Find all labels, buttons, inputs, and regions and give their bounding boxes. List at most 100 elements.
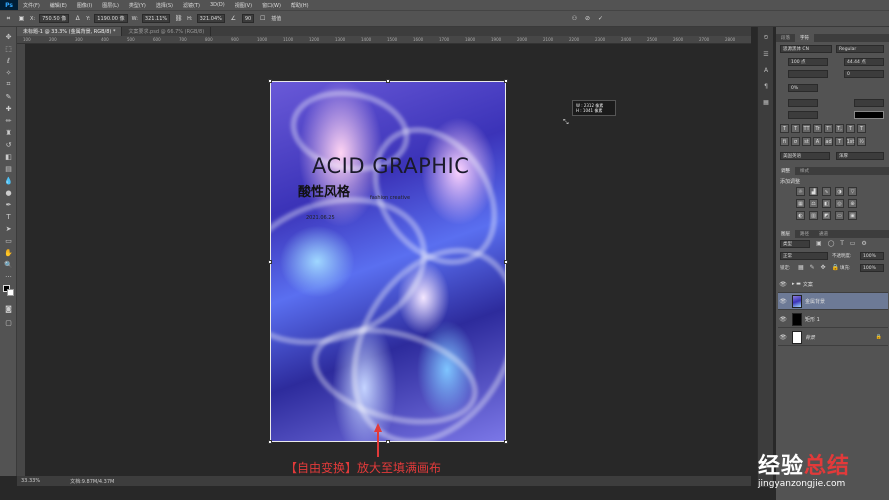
invert-icon[interactable]: ◐ [796,211,805,220]
menu-edit[interactable]: 编辑(E) [45,2,72,9]
swatches-icon[interactable]: ▦ [761,97,771,107]
hand-tool-icon[interactable]: ✋ [3,247,14,258]
menu-3d[interactable]: 3D(D) [205,2,230,8]
history-brush-icon[interactable]: ↺ [3,139,14,150]
font-size-field[interactable]: 100 点 [788,58,828,66]
brightness-icon[interactable]: ☼ [796,187,805,196]
filter-icons[interactable]: ▣ ◯ T ▭ ⚙ [816,240,869,247]
transform-handle[interactable] [386,440,390,444]
menu-image[interactable]: 图像(I) [72,2,97,9]
tab-channels[interactable]: 通道 [814,230,833,238]
tab-untitled[interactable]: 未标题-1 @ 33.3% (金属背景, RGB/8) * [17,27,123,36]
kerning-field[interactable] [788,70,828,78]
paragraph-icon[interactable]: ¶ [761,81,771,91]
superscript-button[interactable]: T' [824,124,833,133]
character-icon[interactable]: A [761,65,771,75]
menu-file[interactable]: 文件(F) [18,2,45,9]
transform-bounding-box[interactable] [270,81,506,442]
cancel-icon[interactable]: ⊘ [583,14,592,23]
black-white-icon[interactable]: ◧ [822,199,831,208]
history-icon[interactable]: ⏲ [761,33,771,43]
tab-paragraph[interactable]: 段落 [776,34,795,42]
tracking-field[interactable]: 0 [844,70,884,78]
lasso-tool-icon[interactable]: ℓ [3,55,14,66]
visibility-eye-icon[interactable]: 👁 [778,298,788,305]
fraction-button[interactable]: ½ [857,137,866,146]
y-field[interactable]: 1190.00 像 [94,14,128,23]
visibility-eye-icon[interactable]: 👁 [778,281,788,288]
horizontal-scale-field[interactable] [854,99,884,107]
font-family-select[interactable]: 思源黑体 CN [780,45,832,53]
transform-handle[interactable] [504,79,508,83]
ordinals-button[interactable]: T [835,137,844,146]
font-style-select[interactable]: Regular [836,45,884,53]
channel-mixer-icon[interactable]: ⊕ [848,199,857,208]
levels-icon[interactable]: ▟ [809,187,818,196]
menu-type[interactable]: 类型(Y) [124,2,151,9]
brush-tool-icon[interactable]: ✏ [3,115,14,126]
leading-field[interactable]: 44.44 点 [844,58,884,66]
tab-layers[interactable]: 图层 [776,230,795,238]
eyedropper-icon[interactable]: ✎ [3,91,14,102]
warp-icon[interactable]: ⚇ [570,14,579,23]
menu-layer[interactable]: 图层(L) [97,2,124,9]
strikethrough-button[interactable]: T [857,124,866,133]
curves-icon[interactable]: ∿ [822,187,831,196]
all-caps-button[interactable]: TT [802,124,811,133]
color-swatches-icon[interactable] [3,285,14,296]
posterize-icon[interactable]: ▥ [809,211,818,220]
antialias-select[interactable]: 浑厚 [836,152,884,160]
interp-checkbox[interactable]: ☐ [258,14,267,23]
fill-field[interactable]: 100% [860,264,884,272]
visibility-eye-icon[interactable]: 👁 [778,334,788,341]
gradient-tool-icon[interactable]: ▤ [3,163,14,174]
pen-tool-icon[interactable]: ✒ [3,199,14,210]
height-field[interactable]: 321.04% [196,14,225,23]
hue-sat-icon[interactable]: ▦ [796,199,805,208]
type-tool-icon[interactable]: T [3,211,14,222]
opacity-field[interactable]: 100% [860,252,884,260]
delta-icon[interactable]: Δ [73,14,82,23]
ligature-button[interactable]: fi [780,137,789,146]
menu-window[interactable]: 窗口(W) [257,2,286,9]
layer-row-selected[interactable]: 👁 金属背景 [778,293,888,310]
healing-tool-icon[interactable]: ✚ [3,103,14,114]
blend-mode-select[interactable]: 正常 [780,252,828,260]
faux-italic-button[interactable]: T [791,124,800,133]
threshold-icon[interactable]: ◩ [822,211,831,220]
layer-row[interactable]: 👁 背景 🔒 [778,329,888,346]
layer-row[interactable]: 👁 ▸ ▬ 文案 [778,276,888,293]
dodge-tool-icon[interactable]: ● [3,187,14,198]
link-icon[interactable]: ⛓ [174,14,183,23]
width-field[interactable]: 321.11% [141,14,171,23]
tab-character[interactable]: 字符 [795,34,814,42]
exposure-icon[interactable]: ◑ [835,187,844,196]
stamp-tool-icon[interactable]: ♜ [3,127,14,138]
subscript-button[interactable]: T, [835,124,844,133]
tab-adjustments[interactable]: 调整 [776,167,795,175]
faux-bold-button[interactable]: T [780,124,789,133]
zoom-level[interactable]: 33.33% [21,478,40,484]
fractions-button[interactable]: 1st [846,137,855,146]
zoom-tool-icon[interactable]: 🔍 [3,259,14,270]
angle-field[interactable]: 90 [241,14,255,23]
tab-styles[interactable]: 样式 [795,167,814,175]
transform-handle[interactable] [386,79,390,83]
blur-tool-icon[interactable]: 💧 [3,175,14,186]
gradient-map-icon[interactable]: ▭ [835,211,844,220]
selective-color-icon[interactable]: ▣ [848,211,857,220]
language-select[interactable]: 美国英语 [780,152,830,160]
tab-copy-requirements[interactable]: 文案要求.psd @ 66.7% (RGB/8) [122,27,212,36]
titling-button[interactable]: ad [824,137,833,146]
x-field[interactable]: 750.50 像 [39,14,70,23]
photo-filter-icon[interactable]: ◎ [835,199,844,208]
small-caps-button[interactable]: Tr [813,124,822,133]
vertical-scale-field[interactable] [788,99,818,107]
magic-wand-icon[interactable]: ✧ [3,67,14,78]
quick-mask-icon[interactable]: ◙ [3,303,14,314]
move-tool-icon[interactable]: ✥ [3,31,14,42]
menu-filter[interactable]: 滤镜(T) [178,2,205,9]
marquee-tool-icon[interactable]: ⬚ [3,43,14,54]
transform-handle[interactable] [504,440,508,444]
path-select-icon[interactable]: ➤ [3,223,14,234]
